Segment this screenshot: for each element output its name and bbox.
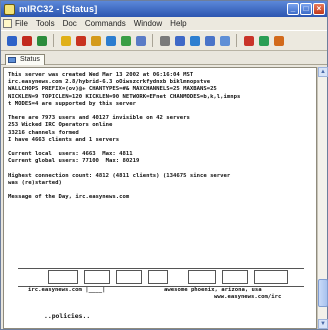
mirc-app-icon <box>4 3 15 15</box>
help-button[interactable] <box>272 34 285 47</box>
favorites-icon <box>60 35 71 46</box>
status-line <box>8 108 308 115</box>
status-line: There are 7973 users and 40127 invisible… <box>8 115 190 122</box>
arrange-icon <box>219 35 230 46</box>
notify-button[interactable] <box>158 34 171 47</box>
cascade-icon <box>204 35 215 46</box>
colors-icon <box>258 35 269 46</box>
status-line: I have 4663 clients and 1 servers <box>8 136 120 143</box>
minimize-button[interactable]: _ <box>287 3 299 15</box>
banner-letter-y <box>148 270 168 284</box>
status-line: This server was created Wed Mar 13 2002 … <box>8 72 194 78</box>
document-icon[interactable] <box>3 19 12 28</box>
close-button[interactable]: × <box>313 3 325 15</box>
banner-letter-w <box>254 270 288 284</box>
mirc-window: mIRC32 - [Status] _ □ × File Tools Doc C… <box>0 0 328 330</box>
options-icon <box>36 35 47 46</box>
status-line: WALLCHOPS PREFIX=(ov)@+ CHANTYPES=#& MAX… <box>8 86 217 93</box>
banner-url: www.easynews.com/irc <box>214 294 282 300</box>
banner-letter-e <box>48 270 78 284</box>
window-title: mIRC32 - [Status] <box>19 4 98 14</box>
status-window-icon <box>8 57 16 63</box>
connect-button[interactable] <box>5 34 18 47</box>
status-line <box>8 165 308 172</box>
motd-ascii-banner: irc.easynews.com |____| awesome phoenix,… <box>18 266 304 300</box>
menu-file[interactable]: File <box>15 19 28 28</box>
menu-bar: File Tools Doc Commands Window Help <box>1 17 327 30</box>
send-file-button[interactable] <box>104 34 117 47</box>
status-line: NICKLEN=9 TOPICLEN=120 KICKLEN=90 NETWOR… <box>8 93 241 100</box>
cascade-button[interactable] <box>203 34 216 47</box>
menu-tools[interactable]: Tools <box>36 19 55 28</box>
help-icon <box>273 35 284 46</box>
toolbar-separator <box>152 34 153 47</box>
scroll-up-button[interactable]: ▲ <box>318 67 328 77</box>
switchbar: Status <box>1 52 327 65</box>
banner-rule-top <box>18 268 304 269</box>
status-line: 33216 channels formed <box>8 129 79 136</box>
window-controls: _ □ × <box>287 3 325 15</box>
tab-status[interactable]: Status <box>5 54 45 65</box>
banner-letter-e2 <box>222 270 248 284</box>
toolbar <box>1 30 327 51</box>
banner-letter-s <box>116 270 142 284</box>
status-line: Current local users: 4663 Max: 4811 <box>8 151 133 158</box>
dcc-chat-icon <box>135 35 146 46</box>
timer-button[interactable] <box>242 34 255 47</box>
notify-icon <box>159 35 170 46</box>
menu-commands[interactable]: Commands <box>85 19 126 28</box>
channel-list-button[interactable] <box>74 34 87 47</box>
tile-icon <box>189 35 200 46</box>
menu-window[interactable]: Window <box>134 19 162 28</box>
options-button[interactable] <box>35 34 48 47</box>
status-line: 253 Wicked IRC Operators online <box>8 122 113 129</box>
disconnect-icon <box>21 35 32 46</box>
send-file-icon <box>105 35 116 46</box>
tile-button[interactable] <box>188 34 201 47</box>
status-window-content[interactable]: This server was created Wed Mar 13 2002 … <box>3 67 317 329</box>
menu-help[interactable]: Help <box>170 19 186 28</box>
toolbar-separator <box>53 34 54 47</box>
tab-status-label: Status <box>20 56 40 63</box>
menu-doc[interactable]: Doc <box>63 19 77 28</box>
vertical-scrollbar[interactable]: ▲ ▼ <box>317 67 328 329</box>
motd-policies-heading: ..policies.. <box>44 312 91 320</box>
address-book-icon <box>90 35 101 46</box>
status-text-area: This server was created Wed Mar 13 2002 … <box>8 72 308 201</box>
scroll-down-button[interactable]: ▼ <box>318 319 328 329</box>
status-line: Message of the Day, irc.easynews.com <box>8 194 130 201</box>
status-line: t MODES=4 are supported by this server <box>8 100 136 107</box>
status-line: was (re)started) <box>8 179 62 186</box>
timer-icon <box>243 35 254 46</box>
url-list-icon <box>174 35 185 46</box>
received-files-button[interactable] <box>119 34 132 47</box>
status-line: Current global users: 77100 Max: 80219 <box>8 158 140 165</box>
address-book-button[interactable] <box>89 34 102 47</box>
disconnect-button[interactable] <box>20 34 33 47</box>
toolbar-separator <box>236 34 237 47</box>
status-line <box>8 144 308 151</box>
dcc-chat-button[interactable] <box>134 34 147 47</box>
channel-list-icon <box>75 35 86 46</box>
connect-icon <box>6 35 17 46</box>
colors-button[interactable] <box>257 34 270 47</box>
title-bar[interactable]: mIRC32 - [Status] _ □ × <box>1 1 327 17</box>
received-files-icon <box>120 35 131 46</box>
status-line: irc.easynews.com 2.8/hybrid-6.3 oOiwszcr… <box>8 79 211 86</box>
banner-letter-a <box>84 270 110 284</box>
banner-left-caption: irc.easynews.com |____| <box>28 287 106 293</box>
scroll-thumb[interactable] <box>318 279 328 307</box>
url-list-button[interactable] <box>173 34 186 47</box>
arrange-button[interactable] <box>218 34 231 47</box>
status-line <box>8 187 308 194</box>
favorites-button[interactable] <box>59 34 72 47</box>
maximize-button[interactable]: □ <box>300 3 312 15</box>
banner-right-caption: awesome phoenix, arizona, usa <box>164 287 262 293</box>
status-line: Highest connection count: 4812 (4811 cli… <box>8 172 231 179</box>
banner-letter-n <box>188 270 216 284</box>
